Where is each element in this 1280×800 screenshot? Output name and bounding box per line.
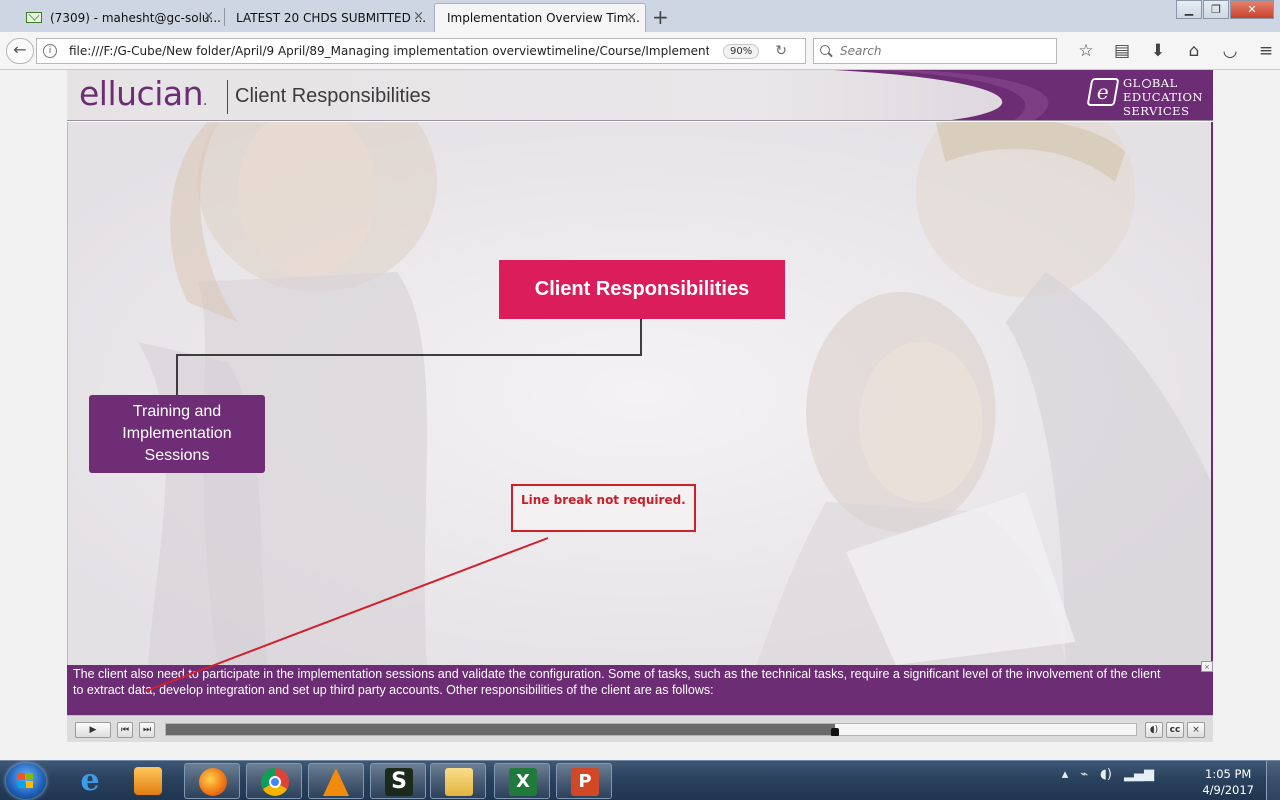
caption-bar: The client also need to participate in t… (67, 661, 1213, 715)
search-input[interactable]: Search (813, 38, 1057, 64)
slide-stage: Client Responsibilities Training and Imp… (67, 122, 1213, 665)
navigation-bar: ← i file:///F:/G-Cube/New folder/April/9… (0, 32, 1280, 70)
caption-line: to extract data, develop integration and… (73, 683, 714, 697)
pocket-icon[interactable]: ◡ (1212, 41, 1248, 61)
reading-list-icon[interactable]: ▤ (1104, 41, 1140, 61)
menu-icon[interactable]: ≡ (1248, 41, 1280, 61)
closed-captions-button[interactable]: cc (1166, 722, 1184, 738)
volume-tray-icon[interactable]: ◖) (1100, 767, 1112, 782)
tab-implementation[interactable]: Implementation Overview Tim... × (434, 3, 646, 32)
diagram-connector (176, 319, 642, 395)
terminal-s-icon[interactable]: S (370, 763, 426, 799)
windows-logo-icon (18, 773, 34, 789)
download-icon[interactable]: ⬇ (1140, 41, 1176, 61)
close-icon[interactable]: × (203, 9, 214, 24)
system-clock[interactable]: 1:05 PM 4/9/2017 (1202, 766, 1254, 798)
player-controls: ▶ ⏮ ⏭ ◖) cc × (67, 715, 1213, 742)
windows-taskbar: e S X P ▴ ⌁ ◖) ▂▄▆ 1:05 PM 4/9/2017 (0, 760, 1280, 800)
caption-line: The client also need to participate in t… (73, 667, 1161, 681)
bookmark-star-icon[interactable]: ☆ (1068, 41, 1104, 61)
firefox-icon[interactable] (184, 763, 240, 799)
close-icon[interactable]: × (626, 10, 637, 25)
diagram-root-node: Client Responsibilities (499, 260, 785, 319)
progress-bar[interactable] (165, 723, 1137, 736)
next-button[interactable]: ⏭ (139, 722, 155, 738)
clock-time: 1:05 PM (1205, 767, 1252, 781)
excel-icon[interactable]: X (494, 763, 550, 799)
course-header: ellucian. Client Responsibilities e GL BA… (67, 70, 1213, 121)
show-desktop-button[interactable] (1266, 761, 1280, 800)
global-education-services-logo: e GL BAL EDUCATION SERVICES (1086, 74, 1207, 118)
show-hidden-icons-icon[interactable]: ▴ (1062, 767, 1069, 782)
search-placeholder: Search (840, 44, 882, 58)
tab-label: LATEST 20 CHDS SUBMITTED ... (236, 10, 427, 25)
previous-button[interactable]: ⏮ (117, 722, 133, 738)
browser-tab-strip: (7309) - mahesht@gc-solu... × LATEST 20 … (0, 0, 1280, 32)
network-icon[interactable]: ▂▄▆ (1124, 767, 1154, 782)
start-button[interactable] (6, 763, 46, 799)
url-bar[interactable]: i file:///F:/G-Cube/New folder/April/9 A… (36, 38, 806, 64)
window-close-button[interactable]: ✕ (1230, 0, 1274, 19)
info-icon[interactable]: i (43, 44, 57, 58)
tab-chds[interactable]: LATEST 20 CHDS SUBMITTED ... × (224, 3, 432, 32)
vlc-icon[interactable] (308, 763, 364, 799)
home-icon[interactable]: ⌂ (1176, 41, 1212, 61)
screen: (7309) - mahesht@gc-solu... × LATEST 20 … (0, 0, 1280, 800)
page-title: Client Responsibilities (235, 85, 431, 107)
close-player-button[interactable]: × (1187, 722, 1205, 738)
restore-button[interactable]: ❐ (1203, 0, 1229, 19)
minimize-button[interactable]: ▁ (1176, 0, 1202, 19)
power-icon[interactable]: ⌁ (1080, 767, 1088, 782)
tab-label: (7309) - mahesht@gc-solu... (50, 10, 221, 25)
file-explorer-icon[interactable] (430, 763, 486, 799)
chrome-icon[interactable] (246, 763, 302, 799)
header-divider (227, 80, 228, 114)
system-tray: ▴ ⌁ ◖) ▂▄▆ (1056, 767, 1160, 782)
zoom-level-badge[interactable]: 90% (723, 43, 760, 59)
ellucian-logo: ellucian. (79, 74, 207, 113)
clock-date: 4/9/2017 (1202, 783, 1254, 797)
tab-mail[interactable]: (7309) - mahesht@gc-solu... × (14, 3, 222, 32)
toolbar-icons: ☆ ▤ ⬇ ⌂ ◡ ≡ (1068, 41, 1280, 61)
window-controls: ▁ ❐ ✕ (1175, 0, 1274, 19)
page-viewport: ellucian. Client Responsibilities e GL BA… (0, 70, 1280, 760)
review-annotation-note: Line break not required. (511, 484, 696, 532)
course-player: ellucian. Client Responsibilities e GL BA… (67, 70, 1213, 742)
progress-fill (166, 724, 835, 735)
close-icon[interactable]: × (413, 9, 424, 24)
caption-close-button[interactable]: × (1201, 661, 1213, 672)
volume-button[interactable]: ◖) (1145, 722, 1163, 738)
media-player-icon[interactable] (120, 763, 176, 799)
powerpoint-icon[interactable]: P (556, 763, 612, 799)
volume-icon: ◖) (1149, 725, 1159, 735)
internet-explorer-icon[interactable]: e (62, 763, 118, 799)
reload-icon[interactable]: ↻ (775, 43, 787, 59)
search-icon (820, 45, 832, 57)
tab-label: Implementation Overview Tim... (447, 11, 640, 25)
mail-icon (26, 12, 42, 23)
back-button[interactable]: ← (6, 38, 34, 64)
diagram-child-node[interactable]: Training and Implementation Sessions (89, 395, 265, 473)
play-button[interactable]: ▶ (75, 722, 111, 738)
url-text[interactable]: file:///F:/G-Cube/New folder/April/9 Apr… (69, 44, 709, 58)
progress-thumb[interactable] (831, 728, 839, 736)
new-tab-button[interactable]: + (652, 5, 669, 29)
